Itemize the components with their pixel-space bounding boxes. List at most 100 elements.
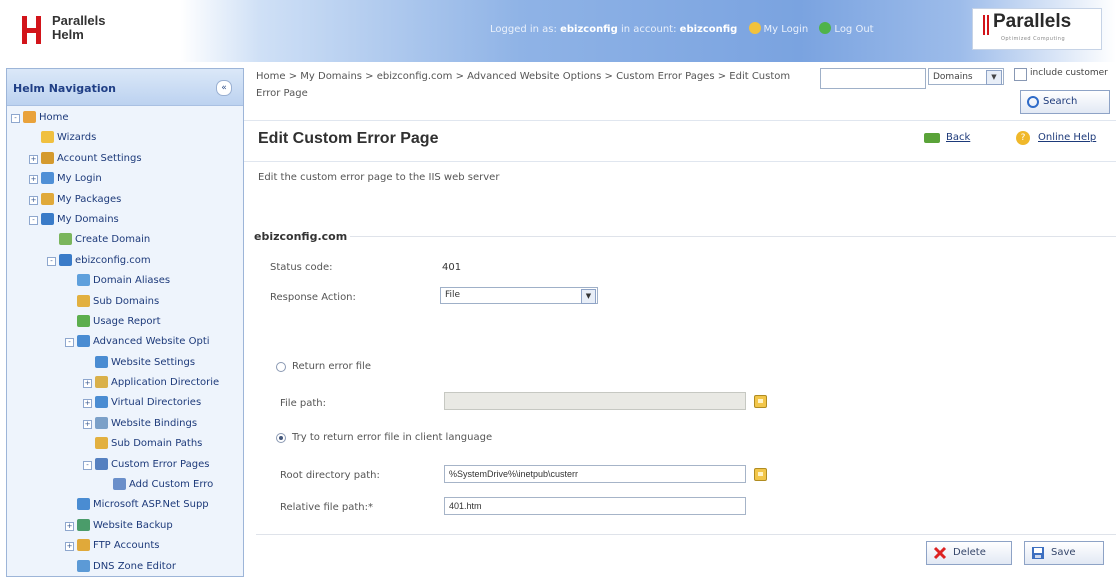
search-icon: [1027, 96, 1039, 108]
nav-item-my-domains[interactable]: - My Domains: [7, 211, 243, 231]
nav-tree: - Home Wizards + Account Settings + My Login + M…: [7, 109, 243, 576]
search-input[interactable]: [820, 68, 926, 89]
save-button[interactable]: Save: [1024, 541, 1104, 565]
back-link[interactable]: Back: [924, 132, 971, 143]
section-title: ebizconfig.com: [254, 230, 348, 243]
nav-item-sub-domains[interactable]: Sub Domains: [7, 293, 243, 313]
virtual-dir-icon: [95, 396, 108, 409]
chevron-down-icon[interactable]: ▼: [581, 289, 596, 304]
collapse-icon[interactable]: -: [29, 215, 38, 225]
include-customer-checkbox[interactable]: [1014, 68, 1027, 81]
expand-icon[interactable]: +: [65, 521, 74, 531]
home-icon: [23, 111, 36, 123]
file-path-input[interactable]: [444, 392, 746, 410]
nav-item-account-settings[interactable]: + Account Settings: [7, 150, 243, 170]
account-name: ebizconfig: [679, 24, 738, 35]
expand-icon[interactable]: +: [29, 154, 38, 164]
nav-item-label: Create Domain: [75, 234, 151, 246]
nav-item-domain-aliases[interactable]: Domain Aliases: [7, 272, 243, 292]
nav-item-add-custom-erro[interactable]: Add Custom Erro: [7, 476, 243, 496]
nav-item-label: Domain Aliases: [93, 275, 171, 287]
nav-item-ftp-accounts[interactable]: + FTP Accounts: [7, 537, 243, 557]
domain-icon: [59, 253, 72, 266]
nav-item-my-packages[interactable]: + My Packages: [7, 191, 243, 211]
nav-item-label: Sub Domains: [93, 295, 160, 307]
my-login-icon: [748, 22, 761, 34]
return-error-file-radio[interactable]: [276, 362, 286, 372]
help-icon: ?: [1016, 131, 1030, 145]
in-account-label: in account:: [620, 24, 677, 35]
nav-item-ebizconfig-com[interactable]: - ebizconfig.com: [7, 252, 243, 272]
delete-button[interactable]: Delete: [926, 541, 1012, 565]
expand-icon[interactable]: +: [29, 195, 38, 205]
nav-item-website-backup[interactable]: + Website Backup: [7, 517, 243, 537]
product-name: Parallels Helm: [52, 14, 106, 42]
status-code-label: Status code:: [270, 262, 333, 273]
logged-in-as-label: Logged in as:: [490, 24, 557, 35]
nav-item-dns-zone-editor[interactable]: DNS Zone Editor: [7, 558, 243, 576]
dns-icon: [77, 559, 90, 572]
root-directory-input[interactable]: [444, 465, 746, 483]
collapse-icon[interactable]: -: [83, 460, 92, 470]
search-button[interactable]: Search: [1020, 90, 1110, 114]
log-out-link[interactable]: Log Out: [834, 24, 873, 35]
save-label: Save: [1051, 547, 1076, 558]
nav-item-label: Sub Domain Paths: [111, 438, 203, 450]
browse-folder-icon[interactable]: [754, 468, 767, 481]
expand-icon[interactable]: +: [83, 419, 92, 429]
subdomain-icon: [77, 294, 90, 307]
relative-path-input[interactable]: [444, 497, 746, 515]
chevron-down-icon[interactable]: ▼: [986, 70, 1002, 85]
response-action-value: File: [445, 290, 461, 300]
expand-icon[interactable]: +: [65, 542, 74, 552]
response-action-select[interactable]: File ▼: [440, 287, 598, 304]
my-login-link[interactable]: My Login: [764, 24, 809, 35]
back-arrow-icon: [924, 133, 940, 143]
nav-item-label: My Packages: [57, 193, 122, 205]
nav-item-advanced-website-opti[interactable]: - Advanced Website Opti: [7, 333, 243, 353]
online-help-label: Online Help: [1038, 132, 1097, 143]
breadcrumb[interactable]: Home > My Domains > ebizconfig.com > Adv…: [256, 68, 801, 102]
brand-word: Parallels: [993, 11, 1072, 32]
relative-path-label: Relative file path:*: [280, 502, 374, 513]
delete-label: Delete: [953, 547, 986, 558]
parallels-bars-icon: [983, 15, 990, 35]
back-label: Back: [946, 132, 971, 143]
user-bar: Logged in as: ebizconfig in account: ebi…: [490, 22, 874, 35]
nav-item-label: Add Custom Erro: [129, 479, 214, 491]
online-help-link[interactable]: ? Online Help: [1016, 131, 1097, 145]
nav-item-label: ebizconfig.com: [75, 254, 151, 266]
nav-item-website-settings[interactable]: Website Settings: [7, 354, 243, 374]
nav-item-label: Website Backup: [93, 519, 173, 531]
nav-item-usage-report[interactable]: Usage Report: [7, 313, 243, 333]
nav-item-custom-error-pages[interactable]: - Custom Error Pages: [7, 456, 243, 476]
bottom-divider: [256, 534, 1116, 535]
delete-icon: [933, 546, 947, 560]
product-name-line2: Helm: [52, 27, 84, 42]
nav-item-microsoft-asp-net-supp[interactable]: Microsoft ASP.Net Supp: [7, 496, 243, 516]
nav-item-home[interactable]: - Home: [7, 109, 243, 129]
nav-header: Helm Navigation «: [7, 69, 243, 106]
expand-icon[interactable]: +: [83, 379, 92, 389]
expand-icon[interactable]: +: [83, 399, 92, 409]
collapse-icon[interactable]: -: [11, 114, 20, 123]
collapse-icon[interactable]: -: [47, 256, 56, 266]
collapse-nav-icon[interactable]: «: [216, 80, 232, 96]
settings-icon: [41, 151, 54, 164]
nav-item-sub-domain-paths[interactable]: Sub Domain Paths: [7, 435, 243, 455]
nav-item-my-login[interactable]: + My Login: [7, 170, 243, 190]
expand-icon[interactable]: +: [29, 175, 38, 185]
collapse-icon[interactable]: -: [65, 338, 74, 348]
search-scope-select[interactable]: Domains ▼: [928, 68, 1004, 85]
browse-folder-icon[interactable]: [754, 395, 767, 408]
nav-item-label: Microsoft ASP.Net Supp: [93, 499, 209, 511]
nav-item-website-bindings[interactable]: + Website Bindings: [7, 415, 243, 435]
nav-item-virtual-directories[interactable]: + Virtual Directories: [7, 394, 243, 414]
nav-item-wizards[interactable]: Wizards: [7, 129, 243, 149]
nav-item-create-domain[interactable]: Create Domain: [7, 231, 243, 251]
include-customer-label: include customer: [1030, 68, 1108, 78]
nav-item-application-directorie[interactable]: + Application Directorie: [7, 374, 243, 394]
nav-item-label: Website Settings: [111, 356, 196, 368]
client-language-radio[interactable]: [276, 433, 286, 443]
nav-item-label: My Login: [57, 173, 102, 185]
